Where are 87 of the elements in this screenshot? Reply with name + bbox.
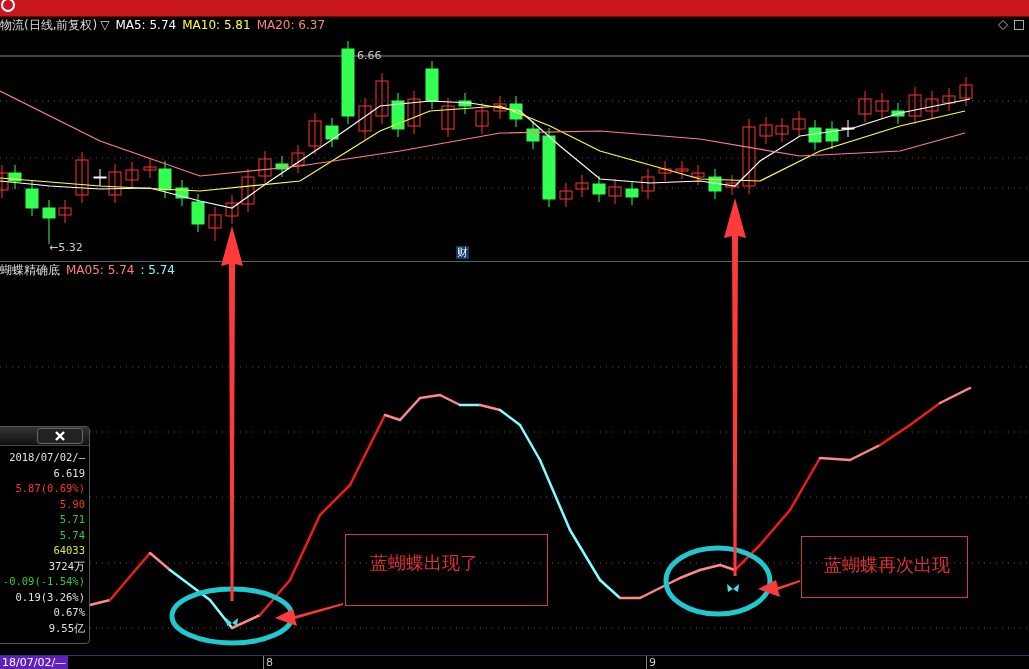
candlestick [42, 199, 56, 245]
axis-tick-label: 9 [646, 656, 1029, 669]
info-value: 6.619 [53, 465, 85, 481]
candlestick [908, 86, 922, 125]
annotation-note: 蓝蝴蝶出现了 [345, 534, 548, 606]
butterfly-icon [727, 584, 739, 592]
diamond-icon[interactable] [998, 20, 1008, 30]
info-value: 5.74 [59, 527, 85, 543]
candlestick [959, 76, 973, 107]
candlestick [308, 112, 322, 155]
candlestick [575, 174, 589, 198]
indicator-value-label: : 5.74 [140, 262, 175, 278]
candlestick [875, 92, 889, 120]
arrow [758, 580, 800, 597]
info-value: 0.67% [53, 605, 85, 620]
candlestick [25, 180, 39, 217]
moving-average-label: MA20: 6.37 [256, 17, 326, 33]
candlestick [925, 90, 939, 120]
candlestick [191, 193, 205, 233]
close-button[interactable] [37, 428, 83, 444]
candlestick [475, 102, 489, 135]
candlestick [625, 180, 639, 206]
candlestick [775, 117, 789, 143]
candlestick [675, 160, 689, 180]
indicator-value-label: MA05: 5.74 [66, 262, 135, 278]
candlestick [825, 120, 839, 150]
candlestick [358, 97, 372, 140]
candlestick [225, 194, 239, 225]
info-value: -0.09(-1.54%) [2, 574, 85, 589]
candlestick [592, 175, 606, 203]
info-value: 5.71 [59, 512, 85, 527]
candlestick [559, 182, 573, 208]
candlestick [425, 60, 439, 110]
candlestick [275, 155, 289, 178]
candlestick [325, 117, 339, 148]
candlestick [509, 95, 523, 128]
close-icon [55, 431, 65, 441]
candlestick [407, 90, 421, 135]
axis-tick-label: 8 [263, 656, 646, 669]
info-value: 3724万 [48, 558, 85, 574]
candlestick [641, 168, 655, 200]
candlestick [526, 120, 540, 150]
info-value: 64033 [53, 543, 85, 558]
candlestick [792, 110, 806, 138]
finance-badge[interactable]: 财 [456, 246, 469, 259]
candlestick [58, 199, 72, 224]
dropdown-marker[interactable]: ▽ [100, 17, 110, 33]
info-value: 2018/07/02/— [9, 450, 85, 465]
candlestick [891, 102, 905, 125]
indicator-title: 蝴蝶精确底 [0, 262, 60, 278]
candlestick [241, 168, 255, 213]
candlestick [759, 116, 773, 145]
square-icon[interactable] [1014, 20, 1024, 30]
candlestick [258, 150, 272, 185]
candlestick [125, 161, 139, 189]
low-price-label: ←5.32 [49, 241, 83, 254]
candlestick [375, 72, 389, 125]
candlestick [458, 92, 472, 115]
info-value: 5.87(0.69%) [15, 481, 85, 496]
candlestick [608, 178, 622, 205]
moving-average-label: MA5: 5.74 [115, 17, 177, 33]
candlestick [691, 164, 705, 186]
candlestick [708, 168, 722, 200]
info-value: 9.55亿 [48, 620, 85, 636]
candlestick [841, 119, 855, 138]
candlestick [725, 174, 739, 196]
candlestick [808, 119, 822, 151]
arrow [275, 603, 343, 626]
candlestick [858, 90, 872, 123]
candlestick [291, 144, 305, 174]
logo-icon [1, 0, 15, 14]
butterfly-icon [226, 618, 238, 626]
candlestick [75, 151, 89, 204]
candlestick [441, 97, 455, 138]
candlestick [175, 179, 189, 207]
candlestick [208, 206, 222, 242]
candlestick [391, 92, 405, 138]
cursor-date-label: 18/07/02/— [0, 656, 69, 669]
high-price-label: 6.66 [357, 49, 382, 62]
candlestick [493, 95, 507, 120]
candlestick [942, 87, 956, 112]
moving-average-label: MA10: 5.81 [182, 17, 251, 33]
chart-title: 物流(日线,前复权) [0, 17, 98, 33]
annotation-note: 蓝蝴蝶再次出现 [801, 536, 968, 598]
candlestick [658, 160, 672, 182]
info-value: 0.19(3.26%) [15, 589, 85, 605]
info-value: 5.90 [59, 496, 85, 512]
